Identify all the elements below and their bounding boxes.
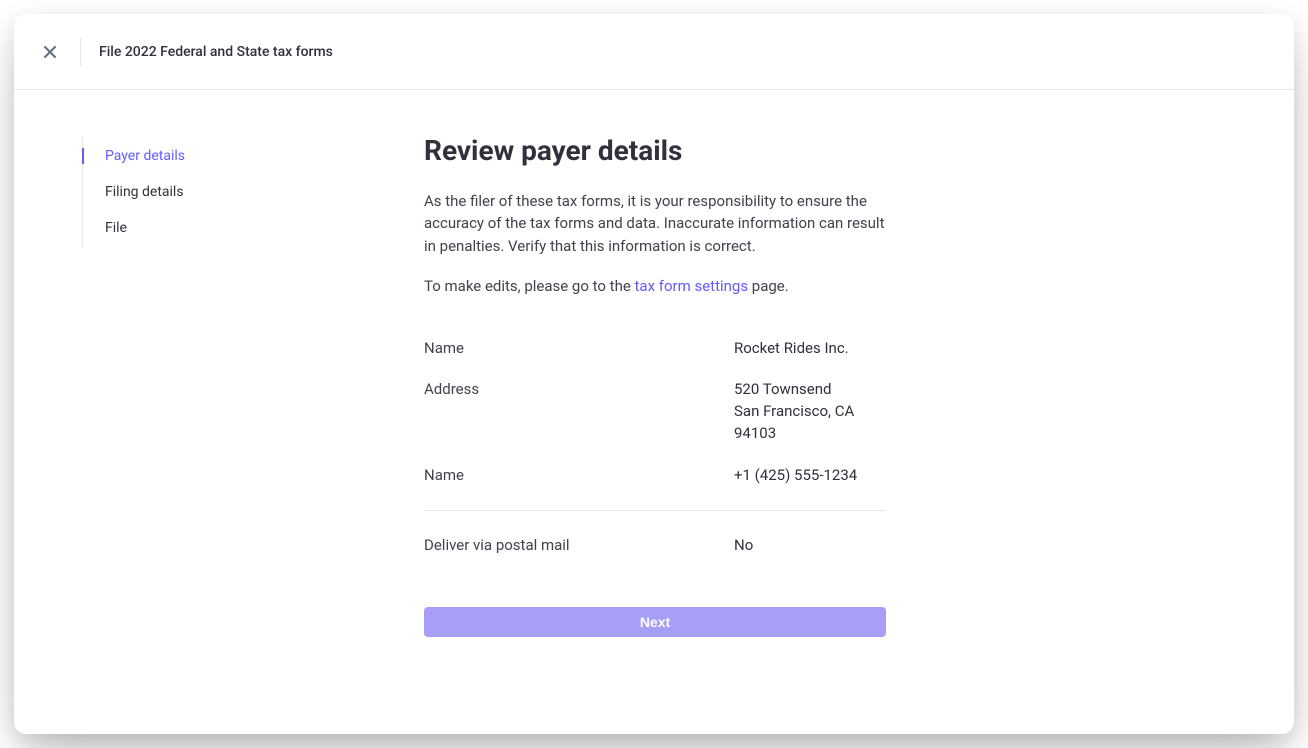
detail-label: Name bbox=[424, 465, 734, 487]
address-line2: San Francisco, CA 94103 bbox=[734, 401, 886, 445]
modal-title: File 2022 Federal and State tax forms bbox=[99, 44, 333, 60]
detail-value: Rocket Rides Inc. bbox=[734, 338, 849, 360]
modal-window: File 2022 Federal and State tax forms Pa… bbox=[14, 14, 1294, 734]
edit-note: To make edits, please go to the tax form… bbox=[424, 275, 904, 298]
sidebar-item-filing-details[interactable]: Filing details bbox=[83, 174, 344, 210]
detail-row-phone: Name +1 (425) 555-1234 bbox=[424, 455, 886, 497]
close-icon bbox=[42, 44, 58, 60]
edit-note-prefix: To make edits, please go to the bbox=[424, 277, 635, 295]
sidebar-item-label: File bbox=[105, 220, 127, 236]
details-table: Name Rocket Rides Inc. Address 520 Towns… bbox=[424, 328, 886, 497]
detail-value: +1 (425) 555-1234 bbox=[734, 465, 857, 487]
page-description: As the filer of these tax forms, it is y… bbox=[424, 190, 900, 258]
detail-row-delivery: Deliver via postal mail No bbox=[424, 525, 886, 567]
next-button[interactable]: Next bbox=[424, 607, 886, 637]
modal-header: File 2022 Federal and State tax forms bbox=[14, 14, 1294, 90]
detail-row-name: Name Rocket Rides Inc. bbox=[424, 328, 886, 370]
detail-value: 520 Townsend San Francisco, CA 94103 bbox=[734, 379, 886, 444]
sidebar-item-file[interactable]: File bbox=[83, 210, 344, 246]
address-line1: 520 Townsend bbox=[734, 379, 886, 401]
nav-list: Payer details Filing details File bbox=[82, 138, 344, 246]
detail-label: Name bbox=[424, 338, 734, 360]
detail-label: Address bbox=[424, 379, 734, 444]
main-content: Review payer details As the filer of the… bbox=[344, 90, 904, 734]
detail-label: Deliver via postal mail bbox=[424, 535, 734, 557]
delivery-section: Deliver via postal mail No bbox=[424, 525, 886, 567]
next-button-label: Next bbox=[640, 614, 670, 630]
header-divider bbox=[80, 38, 81, 66]
modal-body: Payer details Filing details File Review… bbox=[14, 90, 1294, 734]
tax-form-settings-link[interactable]: tax form settings bbox=[635, 277, 749, 295]
close-button[interactable] bbox=[34, 36, 66, 68]
sidebar-item-payer-details[interactable]: Payer details bbox=[83, 138, 344, 174]
sidebar-item-label: Payer details bbox=[105, 148, 185, 164]
detail-row-address: Address 520 Townsend San Francisco, CA 9… bbox=[424, 369, 886, 454]
sidebar-item-label: Filing details bbox=[105, 184, 184, 200]
section-divider bbox=[424, 510, 886, 511]
page-title: Review payer details bbox=[424, 134, 904, 168]
edit-note-suffix: page. bbox=[748, 277, 789, 295]
sidebar: Payer details Filing details File bbox=[14, 90, 344, 734]
detail-value: No bbox=[734, 535, 753, 557]
